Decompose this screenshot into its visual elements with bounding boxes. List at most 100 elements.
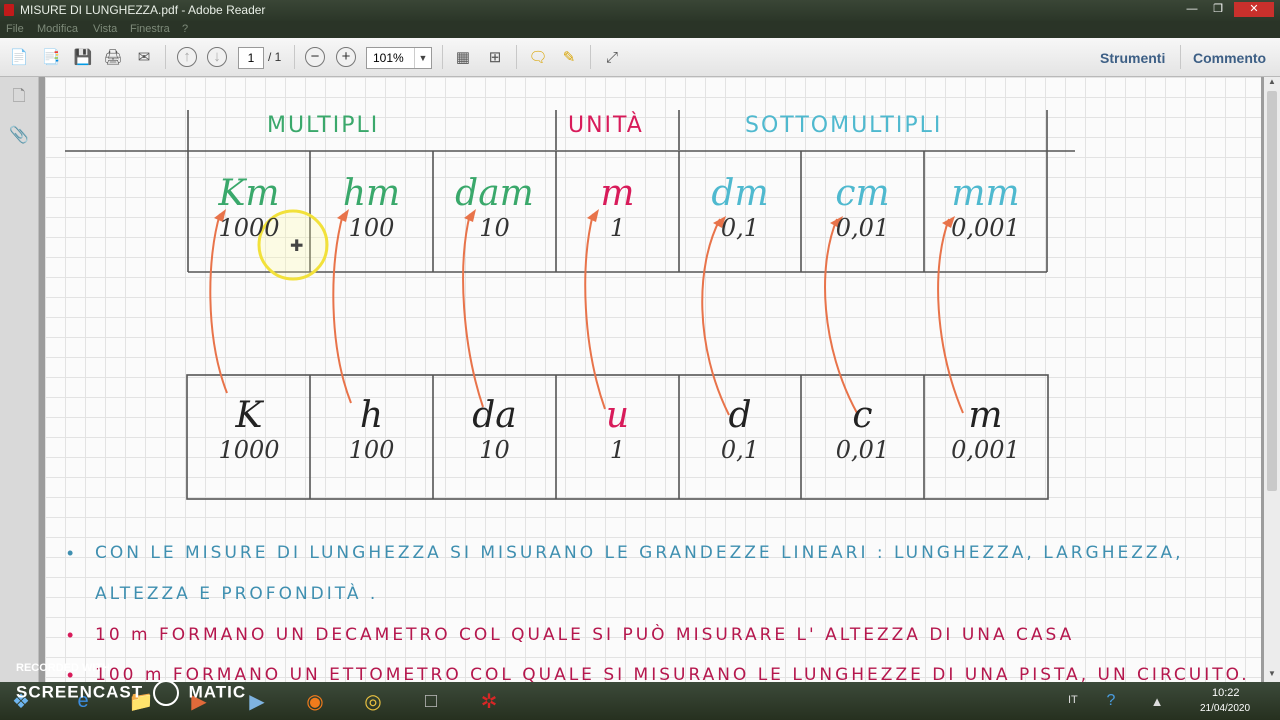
toolbar: 📄 📑 💾 🖨 ✉ ↑ ↓ 1 / 1 − + 101% ▼ ▦ ⊞ 🗨 ✎ ⤢… [0, 38, 1280, 77]
menu-help[interactable]: ? [182, 23, 188, 35]
page-total: / 1 [268, 50, 282, 64]
arrow-dam [462, 213, 484, 408]
header-multipli: MULTIPLI [267, 113, 380, 138]
header-sottomultipli: SOTTOMULTIPLI [745, 113, 943, 138]
unit-km: Km 1000 [188, 173, 310, 242]
navigation-panel: 🗋 📎 [0, 77, 39, 682]
unit-value: 10 [479, 214, 510, 242]
scroll-up-icon[interactable]: ▲ [1264, 77, 1280, 89]
vertical-scrollbar[interactable]: ▲ ▼ [1264, 77, 1280, 682]
chevron-down-icon[interactable]: ▼ [414, 48, 431, 68]
zoom-select[interactable]: 101% ▼ [366, 47, 432, 69]
screencast-logo-icon [152, 680, 179, 706]
expand-icon[interactable]: ⤢ [601, 46, 623, 68]
save-icon[interactable]: 💾 [72, 46, 94, 68]
scroll-thumb[interactable] [1267, 91, 1277, 491]
prefix-da: da 10 [433, 395, 556, 464]
prefix-value: 0,01 [835, 436, 890, 464]
fit-width-icon[interactable]: ⊞ [484, 46, 506, 68]
scroll-down-icon[interactable]: ▼ [1264, 669, 1280, 681]
restore-button[interactable]: ❐ [1206, 2, 1230, 17]
watermark-matic: MATIC [188, 682, 247, 702]
attachment-icon[interactable]: 📎 [9, 125, 29, 145]
fit-page-icon[interactable]: ▦ [452, 46, 474, 68]
prefix-symbol: c [852, 395, 873, 436]
unit-dm: dm 0,1 [679, 173, 801, 242]
unit-value: 100 [348, 214, 395, 242]
prefix-m: m 0,001 [924, 395, 1047, 464]
prefix-h: h 100 [310, 395, 433, 464]
zoom-in-icon[interactable]: + [335, 46, 357, 68]
commento-button[interactable]: Commento [1193, 50, 1266, 66]
prefix-value: 100 [348, 436, 395, 464]
prefix-c: c 0,01 [801, 395, 924, 464]
language-indicator[interactable]: IT [1068, 694, 1078, 706]
menu-finestra[interactable]: Finestra [130, 23, 170, 35]
previous-page-icon[interactable]: ↑ [176, 46, 198, 68]
unit-m: m 1 [556, 173, 679, 242]
arrow-cm [824, 218, 858, 414]
create-icon[interactable]: 📄 [8, 46, 30, 68]
adobe-reader-icon[interactable]: ✲ [472, 686, 506, 716]
email-icon[interactable]: ✉ [133, 46, 155, 68]
unit-dam: dam 10 [433, 173, 556, 242]
comment-icon[interactable]: 🗨 [527, 46, 549, 68]
next-page-icon[interactable]: ↓ [206, 46, 228, 68]
unit-symbol: Km [218, 173, 280, 214]
unit-symbol: hm [342, 173, 401, 214]
minimize-button[interactable]: — [1180, 2, 1204, 17]
unit-value: 0,1 [720, 214, 760, 242]
prefix-symbol: da [472, 395, 517, 436]
prefix-symbol: d [728, 395, 752, 436]
clock-time[interactable]: 10:22 [1212, 687, 1240, 699]
zoom-out-icon[interactable]: − [304, 46, 326, 68]
prefix-symbol: m [968, 395, 1003, 436]
pages-icon[interactable]: 🗋 [9, 85, 29, 105]
unit-value: 0,001 [951, 214, 1020, 242]
window-titlebar: MISURE DI LUNGHEZZA.pdf - Adobe Reader —… [0, 0, 1280, 21]
unit-mm: mm 0,001 [924, 173, 1047, 242]
strumenti-button[interactable]: Strumenti [1100, 50, 1165, 66]
prefix-value: 1 [609, 436, 626, 464]
bullet-icon: • [67, 543, 74, 563]
pdf-page: ✚ MULTIPLI UNITÀ SOTTOMULTIPLI Km 1000 h… [45, 77, 1261, 682]
unit-symbol: m [600, 173, 635, 214]
unit-symbol: mm [951, 173, 1020, 214]
prefix-value: 0,1 [720, 436, 760, 464]
bullet-icon: • [67, 625, 74, 645]
unit-value: 1000 [218, 214, 280, 242]
watermark-brand: SCREENCAST MATIC [16, 680, 246, 706]
arrow-mm [937, 218, 964, 414]
note-line: ALTEZZA E PROFONDITÀ . [95, 584, 379, 604]
export-icon[interactable]: 📑 [40, 46, 62, 68]
highlight-icon[interactable]: ✎ [558, 46, 580, 68]
menu-modifica[interactable]: Modifica [37, 23, 78, 35]
document-area: ✚ MULTIPLI UNITÀ SOTTOMULTIPLI Km 1000 h… [39, 77, 1264, 682]
zoom-value: 101% [373, 51, 404, 65]
menu-vista[interactable]: Vista [93, 23, 117, 35]
note-line: 10 m FORMANO UN DECAMETRO COL QUALE SI P… [95, 625, 1075, 645]
chrome-icon[interactable]: ◎ [356, 686, 390, 716]
snipping-icon[interactable]: □ [414, 686, 448, 716]
page-number-input[interactable]: 1 [238, 47, 264, 69]
prefix-value: 10 [479, 436, 510, 464]
watermark-screencast: SCREENCAST [16, 682, 144, 702]
help-icon[interactable]: ? [1094, 686, 1128, 716]
prefix-symbol: u [605, 395, 630, 436]
clock-date[interactable]: 21/04/2020 [1200, 703, 1250, 714]
prefix-k: K 1000 [188, 395, 310, 464]
arrow-dm [701, 218, 730, 416]
menu-file[interactable]: File [6, 23, 24, 35]
unit-symbol: dm [711, 173, 769, 214]
prefix-u: u 1 [556, 395, 679, 464]
unit-symbol: cm [835, 173, 890, 214]
shield-icon[interactable]: ◉ [298, 686, 332, 716]
close-button[interactable]: ✕ [1234, 2, 1274, 17]
prefix-value: 0,001 [951, 436, 1020, 464]
network-icon[interactable]: ▲ [1140, 686, 1174, 716]
header-unita: UNITÀ [568, 113, 644, 138]
unit-cm: cm 0,01 [801, 173, 924, 242]
note-line: 100 m FORMANO UN ETTOMETRO COL QUALE SI … [95, 665, 1250, 682]
unit-value: 0,01 [835, 214, 890, 242]
print-icon[interactable]: 🖨 [102, 46, 124, 68]
